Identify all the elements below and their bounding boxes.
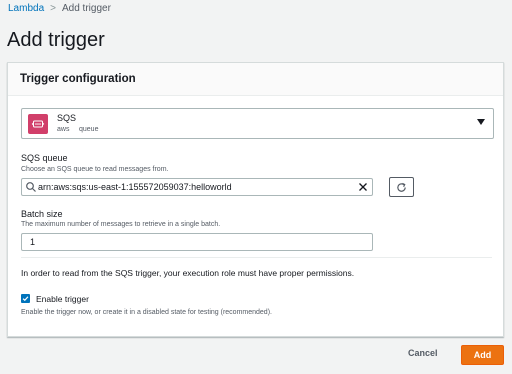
batch-size-label: Batch size: [21, 209, 63, 219]
breadcrumb-current: Add trigger: [61, 3, 111, 14]
caret-down-icon: [477, 119, 485, 125]
sqs-queue-label: SQS queue: [21, 153, 68, 163]
trigger-configuration-panel: Trigger configuration SQS aws queue SQS …: [7, 62, 504, 337]
page-title: Add trigger: [7, 29, 105, 51]
enable-trigger-description: Enable the trigger now, or create it in …: [21, 309, 272, 316]
refresh-button[interactable]: [389, 177, 414, 197]
trigger-tag-aws: aws: [57, 126, 70, 133]
sqs-icon: [28, 114, 48, 134]
cancel-button[interactable]: Cancel: [408, 348, 438, 358]
enable-trigger-checkbox[interactable]: [21, 294, 30, 303]
search-icon: [26, 182, 36, 192]
sqs-queue-description: Choose an SQS queue to read messages fro…: [21, 166, 169, 173]
checkmark-icon: [22, 296, 29, 302]
batch-size-input[interactable]: [21, 233, 373, 251]
panel-header: Trigger configuration: [8, 63, 503, 96]
trigger-name: SQS: [57, 113, 77, 123]
refresh-icon: [397, 182, 406, 192]
permission-note: In order to read from the SQS trigger, y…: [21, 268, 355, 278]
trigger-source-select[interactable]: SQS aws queue: [21, 108, 494, 139]
enable-trigger-label: Enable trigger: [36, 294, 89, 304]
panel-title: Trigger configuration: [20, 73, 136, 85]
clear-icon[interactable]: [357, 181, 369, 193]
breadcrumb: Lambda > Add trigger: [8, 3, 111, 14]
batch-size-description: The maximum number of messages to retrie…: [21, 221, 221, 228]
chevron-right-icon: >: [50, 3, 56, 14]
breadcrumb-link-lambda[interactable]: Lambda: [8, 3, 44, 14]
add-button[interactable]: Add: [461, 345, 504, 365]
sqs-queue-input[interactable]: [21, 178, 373, 196]
trigger-tag-queue: queue: [79, 126, 99, 133]
divider: [21, 257, 492, 258]
